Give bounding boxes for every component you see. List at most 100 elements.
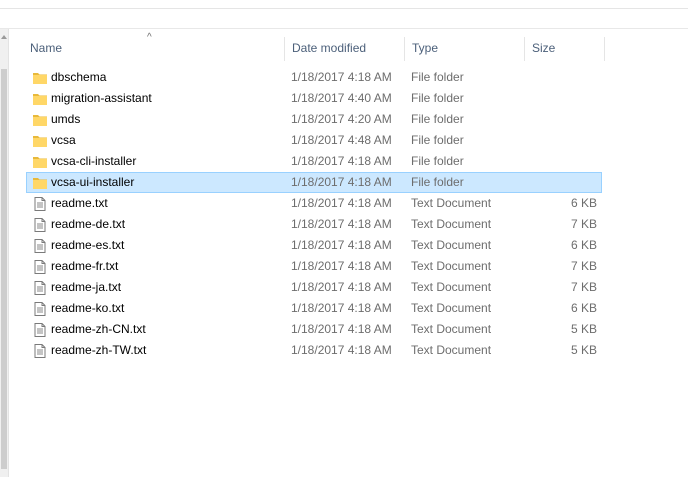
file-type: File folder — [411, 133, 464, 147]
column-header-name-label: Name — [30, 41, 63, 55]
file-row[interactable]: readme-ja.txt 1/18/2017 4:18 AM Text Docum… — [26, 277, 602, 298]
file-date-modified: 1/18/2017 4:18 AM — [291, 301, 392, 315]
file-size: 7 KB — [570, 217, 597, 231]
scroll-up-arrow-icon[interactable] — [1, 35, 7, 39]
file-type: Text Document — [411, 238, 492, 252]
file-date-modified: 1/18/2017 4:18 AM — [291, 70, 392, 84]
file-size: 6 KB — [570, 301, 597, 315]
file-list: dbschema 1/18/2017 4:18 AM File folder migr… — [26, 67, 602, 361]
folder-icon — [32, 91, 48, 107]
column-header-type[interactable]: Type — [405, 37, 525, 61]
file-row[interactable]: migration-assistant 1/18/2017 4:40 AM File… — [26, 88, 602, 109]
scrollbar-thumb[interactable] — [1, 69, 7, 469]
file-size: 6 KB — [570, 238, 597, 252]
file-size: 7 KB — [570, 259, 597, 273]
file-row[interactable]: readme-es.txt 1/18/2017 4:18 AM Text Docum… — [26, 235, 602, 256]
text-document-icon — [32, 343, 48, 359]
file-row[interactable]: readme-zh-CN.txt 1/18/2017 4:18 AM Text Do… — [26, 319, 602, 340]
file-date-modified: 1/18/2017 4:18 AM — [291, 196, 392, 210]
file-date-modified: 1/18/2017 4:18 AM — [291, 154, 392, 168]
file-size: 6 KB — [570, 196, 597, 210]
file-type: Text Document — [411, 322, 492, 336]
file-size — [531, 68, 597, 87]
text-document-icon — [32, 280, 48, 296]
file-name: umds — [51, 112, 81, 126]
file-name: dbschema — [51, 70, 107, 84]
file-size — [531, 173, 597, 192]
file-row[interactable]: readme-de.txt 1/18/2017 4:18 AM Text Docum… — [26, 214, 602, 235]
address-bar-area — [0, 9, 688, 29]
column-header-date-modified[interactable]: Date modified — [285, 37, 405, 61]
folder-icon — [32, 70, 48, 86]
file-type: Text Document — [411, 196, 492, 210]
text-document-icon — [32, 196, 48, 212]
text-document-icon — [32, 259, 48, 275]
file-name: readme-de.txt — [51, 217, 126, 231]
column-header-name[interactable]: Name ^ — [23, 33, 285, 61]
column-header-date-label: Date modified — [292, 41, 367, 55]
file-name: vcsa-cli-installer — [51, 154, 137, 168]
file-row[interactable]: readme-ko.txt 1/18/2017 4:18 AM Text Docum… — [26, 298, 602, 319]
column-header-type-label: Type — [412, 41, 439, 55]
text-document-icon — [32, 217, 48, 233]
file-type: Text Document — [411, 259, 492, 273]
text-document-icon — [32, 301, 48, 317]
file-date-modified: 1/18/2017 4:18 AM — [291, 322, 392, 336]
file-row[interactable]: vcsa-ui-installer 1/18/2017 4:18 AM File f… — [26, 172, 602, 193]
file-row[interactable]: dbschema 1/18/2017 4:18 AM File folder — [26, 67, 602, 88]
file-row[interactable]: readme.txt 1/18/2017 4:18 AM Text Document… — [26, 193, 602, 214]
file-size: 7 KB — [570, 280, 597, 294]
file-date-modified: 1/18/2017 4:48 AM — [291, 133, 392, 147]
file-size — [531, 89, 597, 108]
file-explorer-window: Name ^ Date modified Type Size dbschema 1… — [0, 0, 688, 477]
file-date-modified: 1/18/2017 4:40 AM — [291, 91, 392, 105]
file-type: File folder — [411, 112, 464, 126]
folder-icon — [32, 175, 48, 191]
file-type: Text Document — [411, 343, 492, 357]
file-type: Text Document — [411, 301, 492, 315]
file-date-modified: 1/18/2017 4:18 AM — [291, 238, 392, 252]
text-document-icon — [32, 322, 48, 338]
folder-icon — [32, 133, 48, 149]
file-name: readme.txt — [51, 196, 108, 210]
file-row[interactable]: vcsa 1/18/2017 4:48 AM File folder — [26, 130, 602, 151]
file-type: Text Document — [411, 217, 492, 231]
file-name: readme-ja.txt — [51, 280, 122, 294]
file-name: vcsa-ui-installer — [51, 175, 135, 189]
folder-icon — [32, 154, 48, 170]
file-size — [531, 131, 597, 150]
file-size — [531, 152, 597, 171]
file-row[interactable]: vcsa-cli-installer 1/18/2017 4:18 AM File … — [26, 151, 602, 172]
file-name: readme-zh-TW.txt — [51, 343, 147, 357]
column-header-row: Name ^ Date modified Type Size — [23, 33, 605, 61]
text-document-icon — [32, 238, 48, 254]
file-date-modified: 1/18/2017 4:18 AM — [291, 259, 392, 273]
column-header-size-label: Size — [532, 41, 556, 55]
file-name: readme-zh-CN.txt — [51, 322, 146, 336]
file-type: File folder — [411, 91, 464, 105]
file-size — [531, 110, 597, 129]
file-row[interactable]: umds 1/18/2017 4:20 AM File folder — [26, 109, 602, 130]
file-date-modified: 1/18/2017 4:18 AM — [291, 175, 392, 189]
sort-ascending-icon: ^ — [147, 32, 152, 43]
file-name: migration-assistant — [51, 91, 152, 105]
file-name: readme-es.txt — [51, 238, 125, 252]
file-date-modified: 1/18/2017 4:18 AM — [291, 217, 392, 231]
folder-icon — [32, 112, 48, 128]
file-name: readme-ko.txt — [51, 301, 125, 315]
file-name: readme-fr.txt — [51, 259, 119, 273]
file-type: File folder — [411, 154, 464, 168]
file-name: vcsa — [51, 133, 76, 147]
file-date-modified: 1/18/2017 4:18 AM — [291, 280, 392, 294]
file-row[interactable]: readme-fr.txt 1/18/2017 4:18 AM Text Docum… — [26, 256, 602, 277]
file-date-modified: 1/18/2017 4:18 AM — [291, 343, 392, 357]
navigation-pane-scrollbar[interactable] — [0, 29, 9, 477]
file-date-modified: 1/18/2017 4:20 AM — [291, 112, 392, 126]
file-type: Text Document — [411, 280, 492, 294]
file-row[interactable]: readme-zh-TW.txt 1/18/2017 4:18 AM Text Do… — [26, 340, 602, 361]
file-size: 5 KB — [570, 343, 597, 357]
file-size: 5 KB — [570, 322, 597, 336]
file-type: File folder — [411, 70, 464, 84]
column-header-size[interactable]: Size — [525, 37, 605, 61]
file-type: File folder — [411, 175, 464, 189]
